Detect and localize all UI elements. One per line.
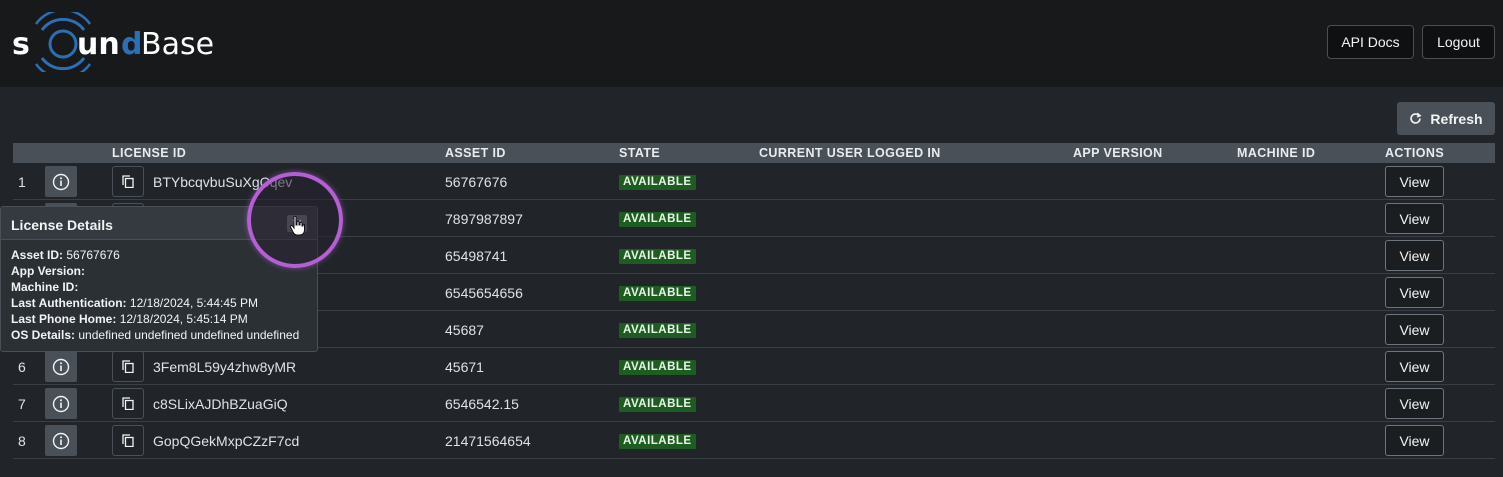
- view-button[interactable]: View: [1385, 314, 1444, 345]
- last-auth-label: Last Authentication:: [11, 296, 127, 310]
- license-id-cell: 3Fem8L59y4zhw8yMR: [153, 359, 297, 375]
- copy-button[interactable]: [112, 388, 144, 419]
- copy-icon: [122, 397, 134, 410]
- navbar: s un d Base API Docs Logout: [0, 0, 1503, 87]
- state-badge: AVAILABLE: [619, 434, 696, 449]
- state-badge: AVAILABLE: [619, 397, 696, 412]
- header-machine-id: MACHINE ID: [1237, 146, 1316, 160]
- last-phone-value: 12/18/2024, 5:45:14 PM: [119, 312, 248, 326]
- header-asset-id: ASSET ID: [445, 146, 506, 160]
- info-button[interactable]: [45, 166, 77, 197]
- copy-button[interactable]: [112, 166, 144, 197]
- svg-text:un: un: [77, 27, 120, 62]
- asset-id-cell: 45671: [445, 359, 484, 375]
- soundbase-logo[interactable]: s un d Base: [10, 8, 225, 80]
- asset-id-value: 56767676: [66, 248, 120, 262]
- header-actions: ACTIONS: [1385, 146, 1445, 160]
- info-icon: [52, 432, 70, 449]
- hand-cursor-icon: [289, 216, 305, 236]
- refresh-label: Refresh: [1430, 110, 1483, 127]
- copy-icon: [122, 434, 134, 447]
- header-state: STATE: [619, 146, 661, 160]
- view-button[interactable]: View: [1385, 203, 1444, 234]
- info-button[interactable]: [45, 425, 77, 456]
- view-button[interactable]: View: [1385, 240, 1444, 271]
- header-license-id: LICENSE ID: [112, 146, 187, 160]
- info-icon: [52, 358, 70, 375]
- asset-id-cell: 7897987897: [445, 211, 523, 227]
- asset-id-cell: 21471564654: [445, 433, 531, 449]
- last-auth-value: 12/18/2024, 5:44:45 PM: [129, 296, 259, 310]
- copy-button[interactable]: [112, 425, 144, 456]
- refresh-icon: [1410, 112, 1422, 124]
- copy-button[interactable]: [112, 351, 144, 382]
- copy-icon: [122, 175, 134, 188]
- row-number: 7: [18, 396, 26, 412]
- table-row: 1 BTYbcqvbuSuXgCqev 56767676 AVAILABLE View: [13, 163, 1495, 200]
- svg-text:d: d: [121, 27, 142, 62]
- table-row: 8 GopQGekMxpCZzF7cd 21471564654 AVAILABLE Vi…: [13, 422, 1495, 459]
- state-badge: AVAILABLE: [619, 360, 696, 375]
- state-badge: AVAILABLE: [619, 175, 696, 190]
- popover-title: License Details: [11, 217, 113, 233]
- os-details-value: undefined undefined undefined undefined: [78, 328, 300, 342]
- app-version-label: App Version:: [11, 264, 86, 278]
- row-number: 8: [18, 433, 26, 449]
- machine-id-label: Machine ID:: [11, 280, 79, 294]
- asset-id-cell: 45687: [445, 322, 484, 338]
- info-button[interactable]: [45, 388, 77, 419]
- copy-icon: [122, 360, 134, 373]
- api-docs-button[interactable]: API Docs: [1327, 25, 1414, 59]
- state-badge: AVAILABLE: [619, 323, 696, 338]
- os-details-label: OS Details:: [11, 328, 76, 342]
- view-button[interactable]: View: [1385, 425, 1444, 456]
- license-id-cell: GopQGekMxpCZzF7cd: [153, 433, 300, 449]
- view-button[interactable]: View: [1385, 351, 1444, 382]
- asset-id-cell: 65498741: [445, 248, 508, 264]
- asset-id-cell: 56767676: [445, 174, 508, 190]
- asset-id-cell: 6545654656: [445, 285, 523, 301]
- logout-button[interactable]: Logout: [1422, 25, 1495, 59]
- info-icon: [52, 173, 70, 190]
- asset-id-label: Asset ID:: [11, 248, 64, 262]
- state-badge: AVAILABLE: [619, 286, 696, 301]
- table-header: LICENSE ID ASSET ID STATE CURRENT USER L…: [13, 143, 1495, 163]
- table-row: 7 c8SLixAJDhBZuaGiQ 6546542.15 AVAILABLE Vie…: [13, 385, 1495, 422]
- table-row: 6 3Fem8L59y4zhw8yMR 45671 AVAILABLE View: [13, 348, 1495, 385]
- row-number: 1: [18, 174, 26, 190]
- asset-id-cell: 6546542.15: [445, 396, 519, 412]
- license-id-cell: c8SLixAJDhBZuaGiQ: [153, 396, 288, 412]
- row-number: 6: [18, 359, 26, 375]
- svg-text:Base: Base: [141, 27, 214, 62]
- header-current-user: CURRENT USER LOGGED IN: [759, 146, 941, 160]
- header-app-version: APP VERSION: [1073, 146, 1163, 160]
- info-icon: [52, 395, 70, 412]
- info-button[interactable]: [45, 351, 77, 382]
- view-button[interactable]: View: [1385, 388, 1444, 419]
- state-badge: AVAILABLE: [619, 249, 696, 264]
- view-button[interactable]: View: [1385, 277, 1444, 308]
- refresh-button[interactable]: Refresh: [1397, 102, 1495, 135]
- view-button[interactable]: View: [1385, 166, 1444, 197]
- logo-graphic: s un d Base: [12, 8, 214, 80]
- last-phone-label: Last Phone Home:: [11, 312, 117, 326]
- state-badge: AVAILABLE: [619, 212, 696, 227]
- svg-text:s: s: [12, 27, 30, 62]
